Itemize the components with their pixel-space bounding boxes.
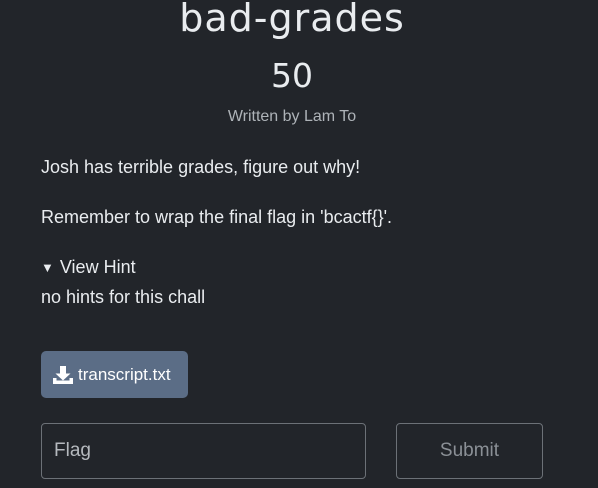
submit-button[interactable]: Submit	[396, 423, 543, 479]
download-transcript-button[interactable]: transcript.txt	[41, 351, 188, 398]
view-hint-toggle[interactable]: ▼ View Hint	[41, 255, 136, 281]
flag-input[interactable]	[41, 423, 366, 479]
triangle-down-icon: ▼	[41, 260, 54, 275]
view-hint-label: View Hint	[59, 257, 136, 277]
description-line: Josh has terrible grades, figure out why…	[41, 157, 361, 177]
hint-text: no hints for this chall	[41, 287, 206, 307]
challenge-title: bad-grades	[179, 0, 405, 40]
description-line: Remember to wrap the final flag in 'bcac…	[41, 207, 393, 227]
download-label: transcript.txt	[78, 364, 171, 384]
challenge-points: 50	[271, 56, 313, 95]
challenge-author: Written by Lam To	[227, 108, 357, 125]
download-icon	[53, 365, 73, 384]
